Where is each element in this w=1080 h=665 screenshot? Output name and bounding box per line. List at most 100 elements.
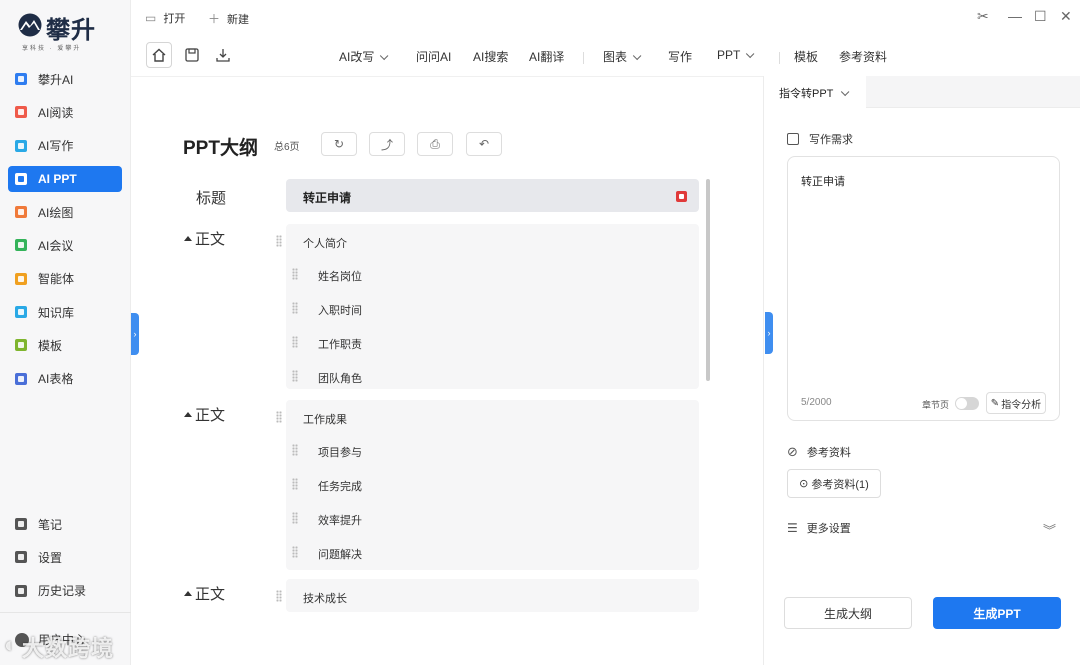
reference-button[interactable]: ⊙ 参考资料(1) (787, 469, 881, 498)
sidebar-item-8[interactable]: 模板 (8, 332, 122, 358)
menu-item-7[interactable]: 模板 (794, 48, 818, 65)
open-label: 打开 (163, 13, 186, 25)
analyze-button[interactable]: ✎ 指令分析 (986, 392, 1046, 414)
drag-handle-icon[interactable] (292, 478, 298, 490)
more-settings-row[interactable]: ☰ 更多设置 (787, 520, 851, 536)
page-count: 总6页 (274, 142, 300, 153)
collapse-sidebar-handle[interactable]: › (131, 313, 139, 355)
folder-icon: ▭ (145, 11, 157, 25)
menu-item-2[interactable]: AI搜索 (473, 48, 508, 65)
menu-item-1[interactable]: 问问AI (416, 48, 451, 65)
menu-item-8[interactable]: 参考资料 (839, 48, 887, 65)
chevron-right-icon: › (133, 329, 137, 339)
section-item[interactable]: 入职时间 (286, 298, 699, 320)
section-item[interactable]: 效率提升 (286, 508, 699, 530)
chevron-down-icon (380, 51, 389, 61)
drag-handle-icon[interactable] (292, 370, 298, 382)
chevron-right-icon: › (767, 328, 771, 338)
section-heading-label: 个人简介 (303, 238, 347, 250)
close-icon[interactable]: ✕ (1060, 8, 1072, 25)
sidebar-item-0[interactable]: 攀升AI (8, 66, 122, 92)
section-item[interactable]: 问题解决 (286, 542, 699, 564)
minimize-icon[interactable]: — (1008, 8, 1022, 24)
title-row[interactable]: 转正申请 (286, 179, 699, 212)
collapse-panel-handle[interactable]: › (765, 312, 773, 354)
section-item[interactable]: 项目参与 (286, 440, 699, 462)
outline-section: 工作成果项目参与任务完成效率提升问题解决 (276, 400, 699, 570)
menu-item-6[interactable]: PPT (717, 48, 755, 62)
drag-handle-icon[interactable] (292, 512, 298, 524)
pin-icon[interactable]: ✂ (977, 8, 989, 25)
sidebar-item-4[interactable]: AI绘图 (8, 199, 122, 225)
sidebar-item-1[interactable]: AI阅读 (8, 99, 122, 125)
body-label[interactable]: 正文 (184, 583, 225, 604)
drag-handle-icon[interactable] (292, 302, 298, 314)
drawing-icon (15, 206, 27, 219)
sidebar-item-9[interactable]: AI表格 (8, 366, 122, 392)
menu-item-3[interactable]: AI翻译 (529, 48, 564, 65)
collapse-triangle-icon (184, 591, 192, 596)
section-heading[interactable]: 技术成长 (276, 586, 699, 608)
drag-handle-icon[interactable] (276, 411, 282, 423)
chevron-down-icon (632, 51, 642, 61)
maximize-icon[interactable]: ☐ (1034, 8, 1047, 25)
section-item[interactable]: 工作职责 (286, 332, 699, 354)
outline-scrollbar[interactable] (706, 179, 710, 381)
section-item[interactable]: 任务完成 (286, 474, 699, 496)
toolbar: AI改写 问问AI AI搜索 AI翻译 图表 写作 PPT 模板 参考资料 (131, 34, 1080, 76)
download-icon[interactable] (215, 47, 231, 63)
sidebar-item-2[interactable]: AI写作 (8, 133, 122, 159)
sidebar-item-7[interactable]: 知识库 (8, 299, 122, 325)
menu-item-4[interactable]: 图表 (603, 48, 642, 65)
sidebar-bottom-item-0[interactable]: 笔记 (8, 511, 122, 537)
menu-item-0[interactable]: AI改写 (339, 48, 389, 65)
chapter-page-toggle[interactable] (955, 397, 979, 410)
sidebar-item-5[interactable]: AI会议 (8, 232, 122, 258)
body-label[interactable]: 正文 (184, 228, 225, 249)
drag-handle-icon[interactable] (292, 546, 298, 558)
sidebar-item-6[interactable]: 智能体 (8, 266, 122, 292)
plus-icon: ＋ (208, 12, 221, 26)
section-item[interactable]: 姓名岗位 (286, 264, 699, 286)
new-button[interactable]: ＋ 新建 (208, 10, 249, 27)
section-item[interactable]: 团队角色 (286, 366, 699, 388)
char-count: 5/2000 (801, 397, 832, 408)
refresh-button[interactable]: ↻ (321, 132, 357, 156)
save-icon[interactable] (184, 47, 200, 63)
section-heading[interactable]: 工作成果 (276, 407, 699, 429)
undo-button[interactable]: ↶ (466, 132, 502, 156)
print-button[interactable]: ⎙ (417, 132, 453, 156)
drag-handle-icon[interactable] (276, 590, 282, 602)
sidebar-item-label: 攀升AI (38, 72, 74, 87)
generate-ppt-button[interactable]: 生成PPT (933, 597, 1061, 629)
sidebar-item-3[interactable]: AI PPT (8, 165, 122, 192)
sidebar-item-label: 模板 (38, 338, 63, 353)
section-heading[interactable]: 个人简介 (276, 231, 699, 253)
section-heading-label: 技术成长 (303, 593, 347, 605)
double-chevron-down-icon[interactable]: ︾ (1043, 520, 1056, 539)
menu-separator (779, 52, 780, 64)
requirement-input[interactable]: 转正申请 5/2000 章节页 ✎ 指令分析 (787, 156, 1060, 421)
drag-handle-icon[interactable] (276, 235, 282, 247)
drag-handle-icon[interactable] (292, 268, 298, 280)
sidebar-bottom-item-1[interactable]: 设置 (8, 544, 122, 570)
drag-handle-icon[interactable] (292, 336, 298, 348)
watermark-logo-icon: ◐ (4, 632, 18, 657)
body-label[interactable]: 正文 (184, 404, 225, 425)
outline-canvas: › PPT大纲 总6页 ↻ ⤴ ⎙ ↶ 标题 转正申请 正文 个人简介 姓名岗位 入职… (131, 76, 763, 665)
menu-item-5[interactable]: 写作 (668, 48, 692, 65)
section-item-label: 入职时间 (318, 305, 362, 317)
watermark: 大数跨境 (22, 636, 115, 661)
sidebar-bottom-label: 历史记录 (38, 584, 87, 599)
drag-handle-icon[interactable] (292, 444, 298, 456)
outline-section: 技术成长 (276, 579, 699, 612)
mountain-logo-icon (18, 13, 42, 37)
tab-instruction-to-ppt[interactable]: 指令转PPT (764, 76, 866, 108)
open-button[interactable]: ▭ 打开 (145, 10, 185, 26)
import-button[interactable]: ⤴ (369, 132, 405, 156)
new-label: 新建 (227, 13, 250, 26)
sidebar-bottom-item-2[interactable]: 历史记录 (8, 578, 122, 604)
home-button[interactable] (146, 42, 172, 68)
panel-tab-bar: 指令转PPT (764, 76, 1080, 108)
generate-outline-button[interactable]: 生成大纲 (784, 597, 912, 629)
